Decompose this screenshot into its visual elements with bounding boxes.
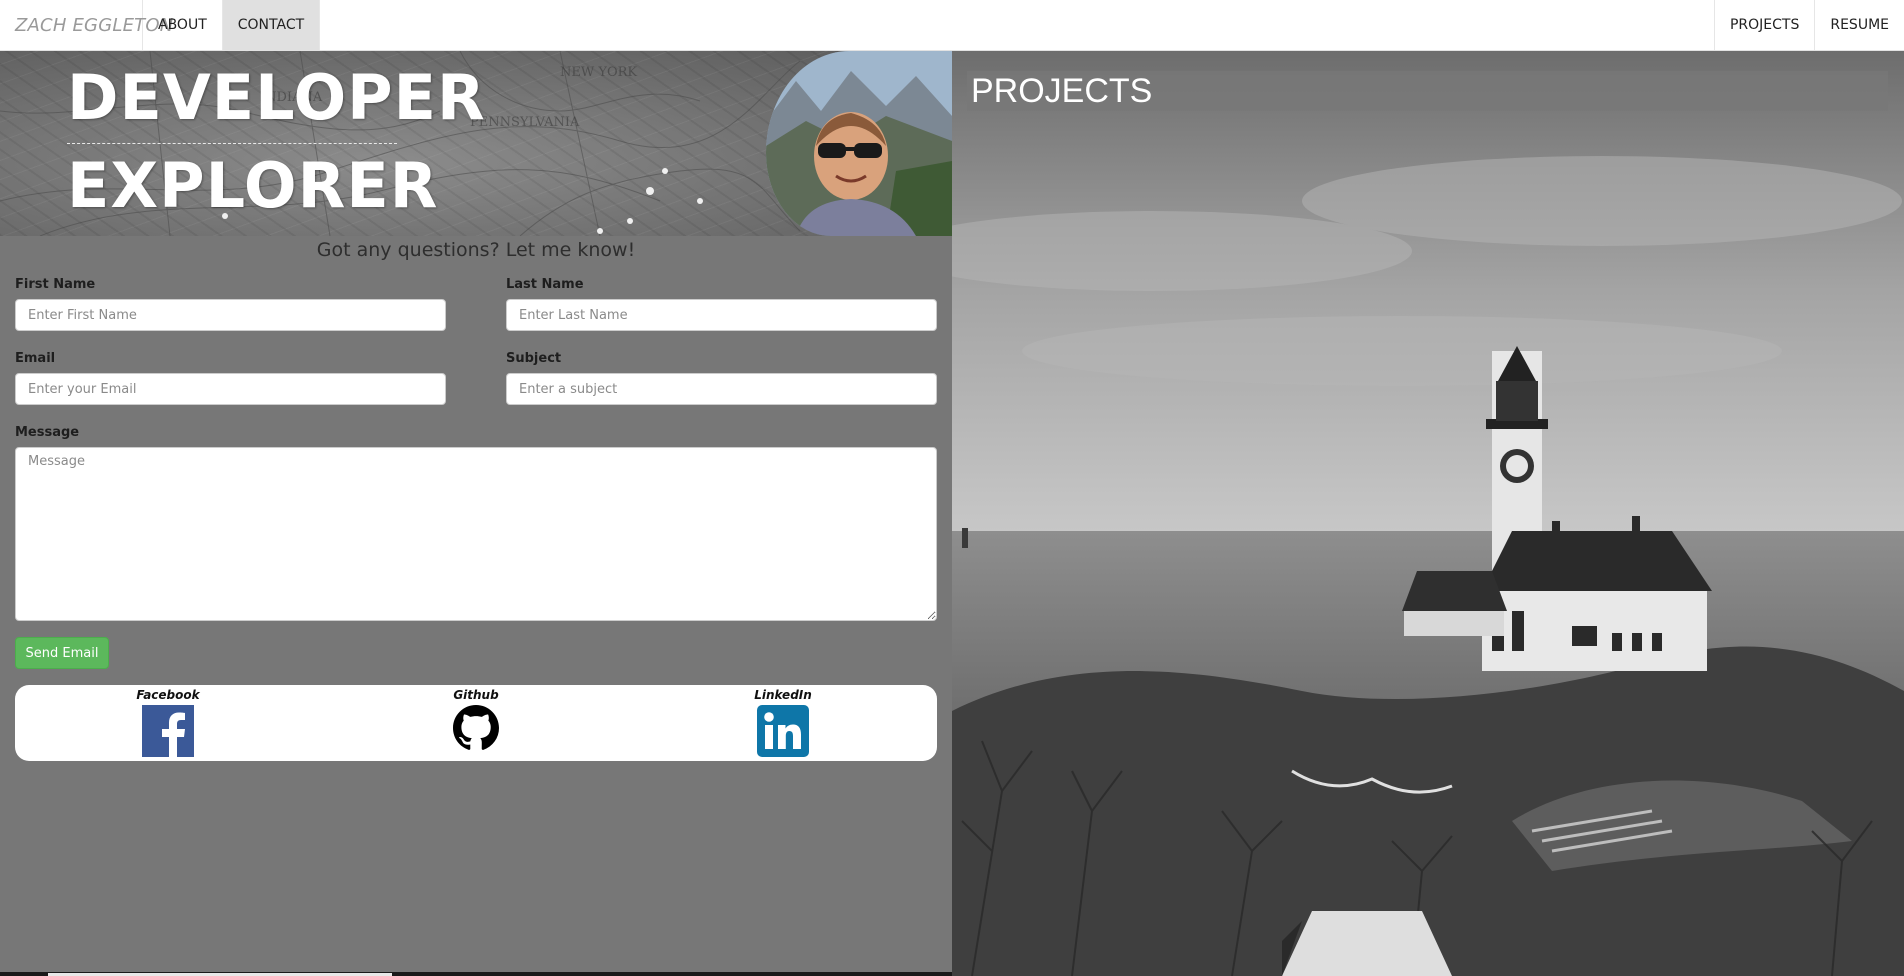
social-github[interactable]: Github (416, 688, 536, 751)
contact-subtitle: Got any questions? Let me know! (316, 239, 636, 261)
projects-panel: PROJECTS (952, 51, 1904, 976)
hero-title-explorer: EXPLORER (67, 149, 439, 222)
nav-link-about[interactable]: ABOUT (143, 0, 223, 50)
projects-header-bar: PROJECTS (967, 71, 1888, 111)
email-label: Email (15, 351, 56, 366)
send-email-button[interactable]: Send Email (15, 637, 109, 669)
brand-logo[interactable]: ZACH EGGLETON (0, 0, 173, 50)
hero-title-developer: DEVELOPER (67, 61, 486, 134)
profile-photo-image (766, 51, 952, 236)
facebook-icon[interactable] (142, 705, 194, 757)
svg-text:PENNSYLVANIA: PENNSYLVANIA (470, 115, 580, 130)
lighthouse-background-image (952, 51, 1904, 976)
linkedin-label: LinkedIn (754, 688, 812, 702)
email-input[interactable] (15, 373, 446, 405)
first-name-label: First Name (15, 277, 96, 292)
hero-banner: PENNSYLVANIA INDIANA NEW YORK DEVELOPER … (0, 51, 952, 236)
linkedin-icon[interactable] (757, 705, 809, 757)
contact-panel: PENNSYLVANIA INDIANA NEW YORK DEVELOPER … (0, 51, 952, 976)
github-icon[interactable] (453, 705, 499, 751)
last-name-input[interactable] (506, 299, 937, 331)
message-label: Message (15, 425, 80, 440)
nav-link-projects[interactable]: PROJECTS (1713, 0, 1814, 50)
nav-right-group: PROJECTS RESUME (1713, 0, 1904, 50)
hero-divider (67, 143, 397, 144)
nav-link-resume[interactable]: RESUME (1814, 0, 1904, 50)
projects-title: PROJECTS (971, 72, 1153, 110)
social-links-box: Facebook Github LinkedIn (15, 685, 937, 761)
bottom-scrollbar-track[interactable] (0, 972, 952, 976)
subject-label: Subject (506, 351, 562, 366)
facebook-label: Facebook (136, 688, 200, 702)
message-textarea[interactable] (15, 447, 937, 621)
top-navbar: ZACH EGGLETON ABOUT CONTACT PROJECTS RES… (0, 0, 1904, 51)
first-name-input[interactable] (15, 299, 446, 331)
svg-text:NEW YORK: NEW YORK (560, 65, 637, 80)
profile-photo (766, 51, 952, 236)
last-name-label: Last Name (506, 277, 584, 292)
social-linkedin[interactable]: LinkedIn (723, 688, 843, 757)
social-facebook[interactable]: Facebook (108, 688, 228, 757)
github-label: Github (453, 688, 499, 702)
nav-link-contact[interactable]: CONTACT (222, 0, 321, 50)
subject-input[interactable] (506, 373, 937, 405)
